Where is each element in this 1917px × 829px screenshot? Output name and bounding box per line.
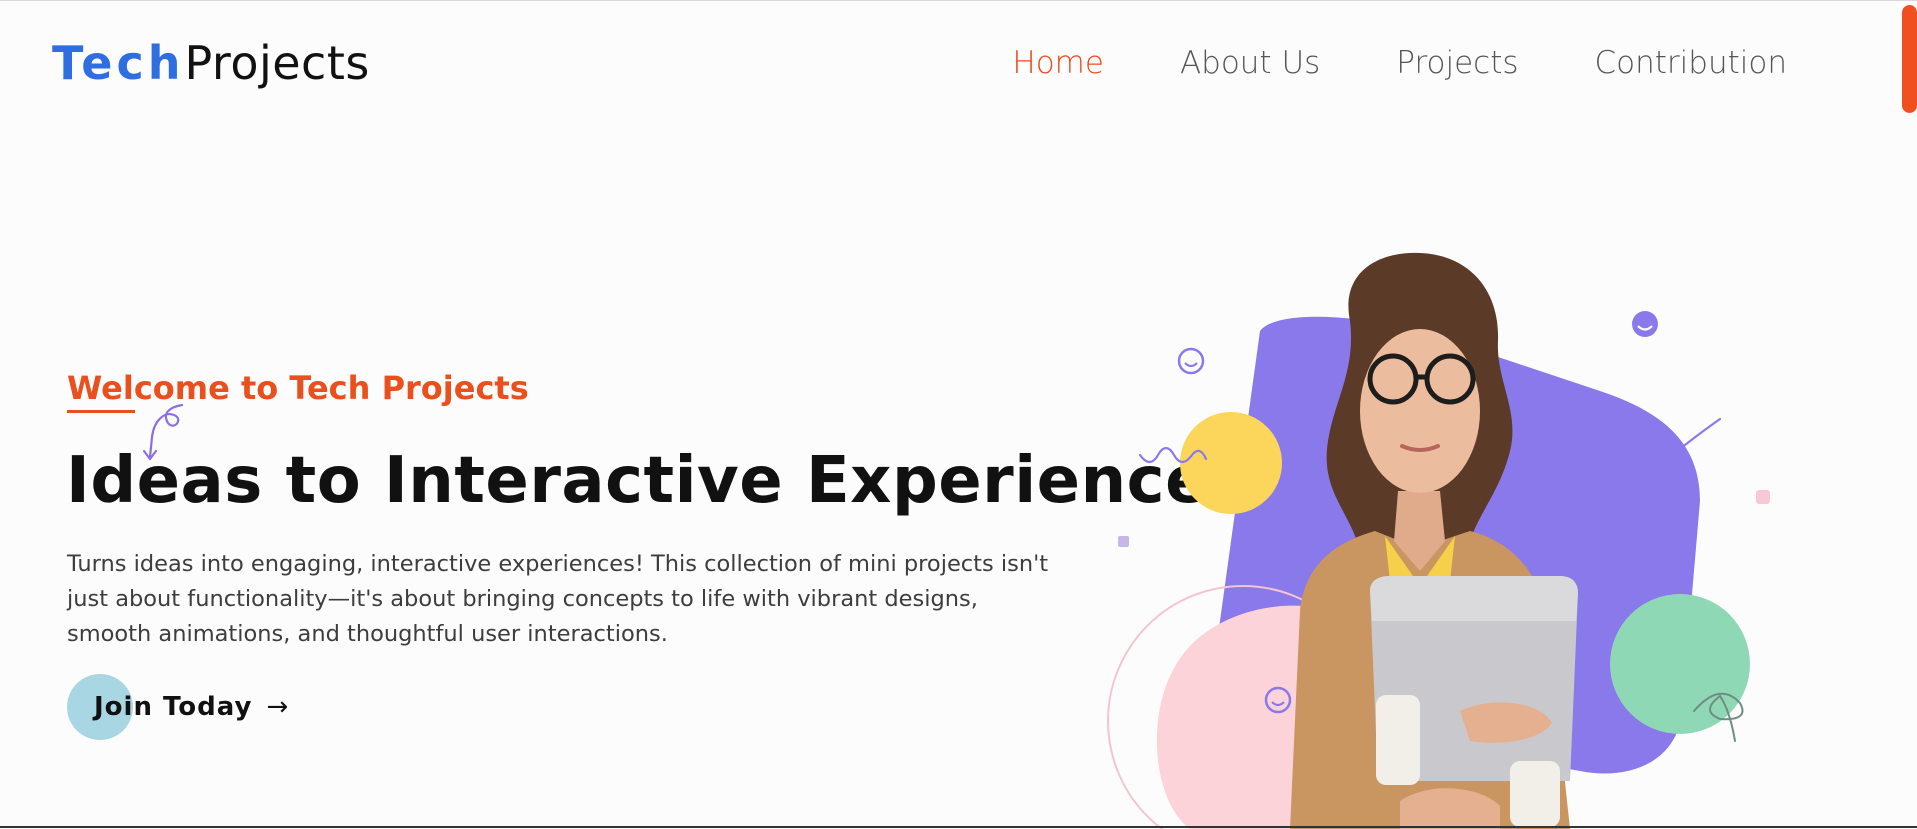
nav-home[interactable]: Home [1012,41,1104,85]
scrollbar-thumb[interactable] [1902,5,1917,113]
hero-description: Turns ideas into engaging, interactive e… [67,551,1049,647]
hero-illustration [1107,252,1770,829]
join-today-button[interactable]: Join Today → [67,674,288,740]
nav-contribution[interactable]: Contribution [1595,41,1787,85]
nav-projects[interactable]: Projects [1396,41,1518,85]
join-button-label: Join Today [94,692,253,722]
site-logo[interactable]: TechProjects [52,35,370,91]
welcome-underline [67,410,135,413]
main-nav: Home About Us Projects Contribution [1012,41,1787,85]
logo-tech-text: Tech [52,36,185,90]
logo-projects-text: Projects [184,36,370,90]
hero-title: Ideas to Interactive Experience [66,444,1209,518]
arrow-right-icon: → [266,692,289,722]
nav-about-us[interactable]: About Us [1180,41,1320,85]
small-square-pink [1756,490,1770,504]
chat-bubble-icon [1177,347,1205,375]
chat-bubble-filled-icon [1632,311,1658,337]
small-square-purple [1118,536,1129,547]
yellow-circle-shape [1180,412,1282,514]
